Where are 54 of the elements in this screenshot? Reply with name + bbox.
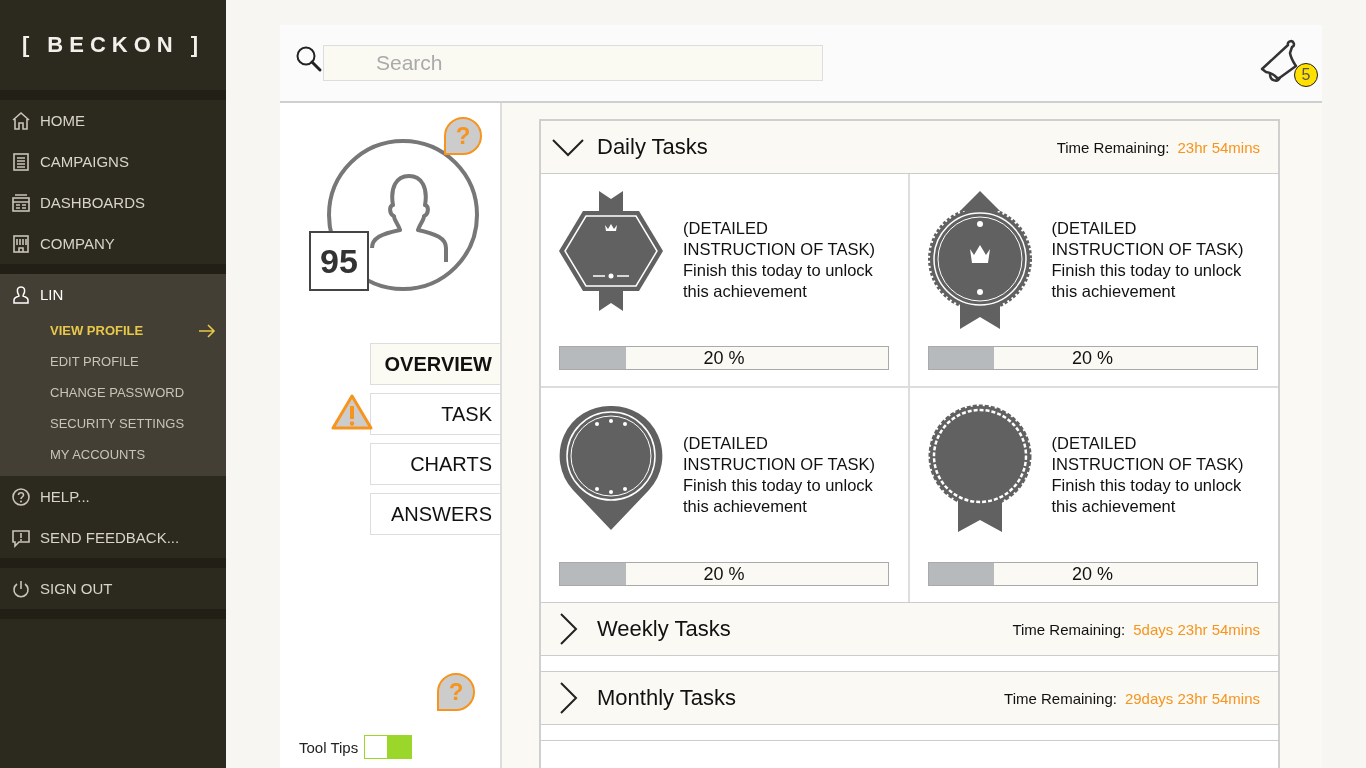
nav-item[interactable]: HOME: [0, 100, 226, 141]
progress-reading: 20 %: [1071, 564, 1114, 585]
rosette-badge-icon: [927, 189, 1032, 331]
toggle-switch[interactable]: [364, 735, 413, 759]
search-icon: [295, 45, 323, 73]
nav-item[interactable]: SEND FEEDBACK...: [0, 517, 226, 558]
user-icon: [11, 284, 31, 305]
nav-item[interactable]: DASHBOARDS: [0, 182, 226, 223]
home-icon: [11, 110, 31, 131]
tab[interactable]: ANSWERS: [370, 493, 500, 535]
tab[interactable]: TASK: [370, 393, 500, 435]
progress-reading: 20 %: [702, 348, 746, 369]
toggle-label: Tool Tips: [299, 738, 359, 756]
submenu-item[interactable]: EDIT PROFILE: [0, 346, 226, 377]
search-field[interactable]: Search: [323, 45, 823, 81]
tab[interactable]: CHARTS: [370, 443, 500, 485]
building-icon: [11, 233, 31, 254]
time-remaining-label: Time Remaining:: [1012, 620, 1126, 638]
notification-count: 5: [1294, 63, 1318, 87]
progress-reading: 20 %: [1071, 348, 1114, 369]
task-description: (DETAILED INSTRUCTION OF TASK) Finish this today to unlock this achievement: [683, 433, 875, 517]
nav-item[interactable]: COMPANY: [0, 223, 226, 264]
power-icon: [11, 578, 31, 599]
arrow-icon: [198, 323, 216, 338]
nav-item[interactable]: HELP...: [0, 476, 226, 517]
nav-item[interactable]: LIN: [0, 274, 226, 315]
submenu-item[interactable]: CHANGE PASSWORD: [0, 377, 226, 408]
time-remaining-value: 23hr 54mins: [1177, 138, 1260, 156]
logo: [ BECKON ]: [21, 32, 205, 58]
speech-bubble-icon: [11, 527, 31, 548]
submenu-item[interactable]: SECURITY SETTINGS: [0, 408, 226, 439]
task-group-title: Weekly Tasks: [597, 616, 731, 642]
task-description: (DETAILED INSTRUCTION OF TASK) Finish this today to unlock this achievement: [683, 218, 875, 302]
task-group-title: Monthly Tasks: [597, 685, 736, 711]
time-remaining-label: Time Remaining:: [1056, 138, 1170, 156]
task-group-header[interactable]: Daily Tasks Time Remaining: 23hr 54mins: [541, 121, 1278, 174]
task-group-header[interactable]: Monthly Tasks Time Remaining: 29days 23hr 54mins: [541, 672, 1278, 725]
nav-item[interactable]: CAMPAIGNS: [0, 141, 226, 182]
task-group-header[interactable]: Weekly Tasks Time Remaining: 5days 23hr 54mins: [541, 603, 1278, 656]
task-description: (DETAILED INSTRUCTION OF TASK) Finish this today to unlock this achievement: [1051, 218, 1244, 302]
nav-item[interactable]: SIGN OUT: [0, 568, 226, 609]
task-description: (DETAILED INSTRUCTION OF TASK) Finish this today to unlock this achievement: [1051, 433, 1244, 517]
time-remaining-label: Time Remaining:: [1004, 689, 1117, 707]
tab[interactable]: OVERVIEW: [370, 343, 500, 385]
submenu-item[interactable]: MY ACCOUNTS: [0, 439, 226, 470]
task-group-title: Daily Tasks: [597, 134, 708, 160]
time-remaining-value: 5days 23hr 54mins: [1133, 620, 1260, 638]
time-remaining-value: 29days 23hr 54mins: [1124, 689, 1260, 707]
progress-reading: 20 %: [702, 564, 746, 585]
document-icon: [11, 151, 31, 172]
score-badge: 95: [309, 231, 369, 291]
help-icon: [11, 486, 31, 507]
submenu-item[interactable]: VIEW PROFILE: [0, 315, 226, 346]
dashboard-icon: [11, 192, 31, 213]
